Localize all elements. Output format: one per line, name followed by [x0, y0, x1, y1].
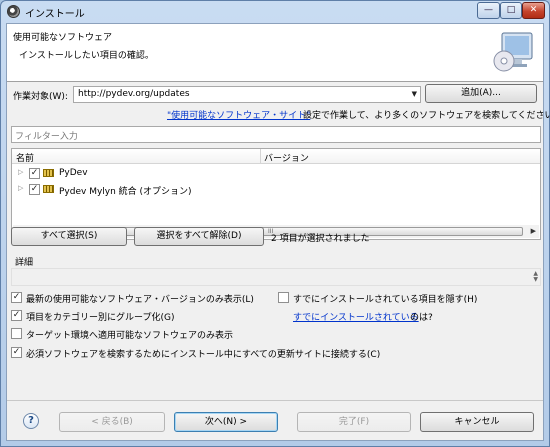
already-installed-link[interactable]: すでにインストールされている — [293, 310, 419, 323]
minimize-button[interactable]: — — [477, 2, 500, 19]
expand-icon[interactable]: ▷ — [18, 184, 23, 192]
available-sites-link[interactable]: "使用可能なソフトウェア・サイト" — [167, 108, 310, 121]
details-area[interactable]: ▲ ▼ — [11, 268, 541, 286]
page-description: インストールしたい項目の確認。 — [19, 51, 154, 61]
add-site-button[interactable]: 追加(A)... — [425, 84, 537, 103]
close-icon: ✕ — [529, 5, 538, 15]
hide-installed-checkbox[interactable] — [278, 292, 289, 303]
work-with-hint: 設定で作業して、より多くのソフトウェアを検索してください。 — [303, 111, 550, 121]
chevron-down-icon: ▼ — [411, 90, 417, 98]
dialog-body: 使用可能なソフトウェア インストールしたい項目の確認。 作業対象(W): htt… — [6, 23, 550, 441]
footer-divider — [7, 400, 543, 401]
column-version[interactable]: バージョン — [264, 151, 309, 164]
cancel-button[interactable]: キャンセル — [420, 412, 534, 432]
column-name[interactable]: 名前 — [16, 151, 34, 164]
filter-placeholder: フィルター入力 — [15, 132, 78, 142]
window-title: インストール — [25, 9, 85, 20]
tree-row[interactable]: ▷ ✓ PyDev — [12, 166, 540, 181]
feature-icon — [43, 185, 54, 193]
hide-installed-label: すでにインストールされている項目を隠す(H) — [293, 295, 478, 305]
install-banner-icon — [493, 32, 533, 72]
column-divider[interactable] — [260, 149, 261, 164]
scroll-right-icon[interactable]: ▶ — [531, 227, 536, 235]
feature-icon — [43, 169, 54, 177]
deselect-all-button[interactable]: 選択をすべて解除(D) — [134, 227, 264, 246]
maximize-icon: □ — [506, 5, 516, 15]
tree-header: 名前 バージョン — [12, 149, 540, 164]
select-all-button[interactable]: すべて選択(S) — [11, 227, 127, 246]
title-bar[interactable]: インストール — □ ✕ — [1, 1, 549, 23]
group-by-category-label: 項目をカテゴリー別にグループ化(G) — [26, 313, 175, 323]
next-button[interactable]: 次へ(N) > — [174, 412, 278, 432]
details-label: 詳細 — [15, 258, 34, 268]
selection-status: 2 項目が選択されました — [271, 234, 370, 244]
filter-input[interactable]: フィルター入力 — [11, 126, 541, 143]
back-button[interactable]: < 戻る(B) — [59, 412, 165, 432]
details-scroll-icon[interactable]: ▲ ▼ — [533, 271, 538, 283]
close-button[interactable]: ✕ — [522, 2, 545, 19]
help-icon[interactable]: ? — [23, 413, 39, 429]
tree-row-label: PyDev — [59, 168, 88, 178]
finish-button[interactable]: 完了(F) — [297, 412, 411, 432]
group-by-category-checkbox[interactable]: ✓ — [11, 310, 22, 321]
row-checkbox[interactable]: ✓ — [29, 168, 40, 179]
work-with-label: 作業対象(W): — [13, 92, 68, 102]
tree-row[interactable]: ▷ ✓ Pydev Mylyn 統合 (オプション) — [12, 182, 540, 197]
latest-only-checkbox[interactable]: ✓ — [11, 292, 22, 303]
expand-icon[interactable]: ▷ — [18, 168, 23, 176]
latest-only-label: 最新の使用可能なソフトウェア・バージョンのみ表示(L) — [26, 295, 254, 305]
install-dialog-window: インストール — □ ✕ 使用可能なソフトウェア インストールしたい項目の確認。… — [0, 0, 550, 447]
wizard-header: 使用可能なソフトウェア インストールしたい項目の確認。 — [7, 24, 543, 82]
tree-row-label: Pydev Mylyn 統合 (オプション) — [59, 187, 192, 197]
target-env-checkbox[interactable] — [11, 328, 22, 339]
contact-all-sites-label: 必須ソフトウェアを検索するためにインストール中にすべての更新サイトに接続する(C… — [26, 350, 381, 360]
target-env-label: ターゲット環境へ適用可能なソフトウェアのみ表示 — [26, 331, 234, 341]
minimize-icon: — — [484, 5, 493, 15]
page-title: 使用可能なソフトウェア — [13, 33, 113, 43]
contact-all-sites-checkbox[interactable]: ✓ — [11, 347, 22, 358]
eclipse-icon — [7, 5, 20, 18]
already-installed-suffix: のは? — [410, 313, 433, 323]
work-with-combo[interactable]: http://pydev.org/updates ▼ — [73, 86, 421, 103]
maximize-button[interactable]: □ — [500, 2, 522, 19]
work-with-value: http://pydev.org/updates — [78, 89, 190, 99]
row-checkbox[interactable]: ✓ — [29, 184, 40, 195]
